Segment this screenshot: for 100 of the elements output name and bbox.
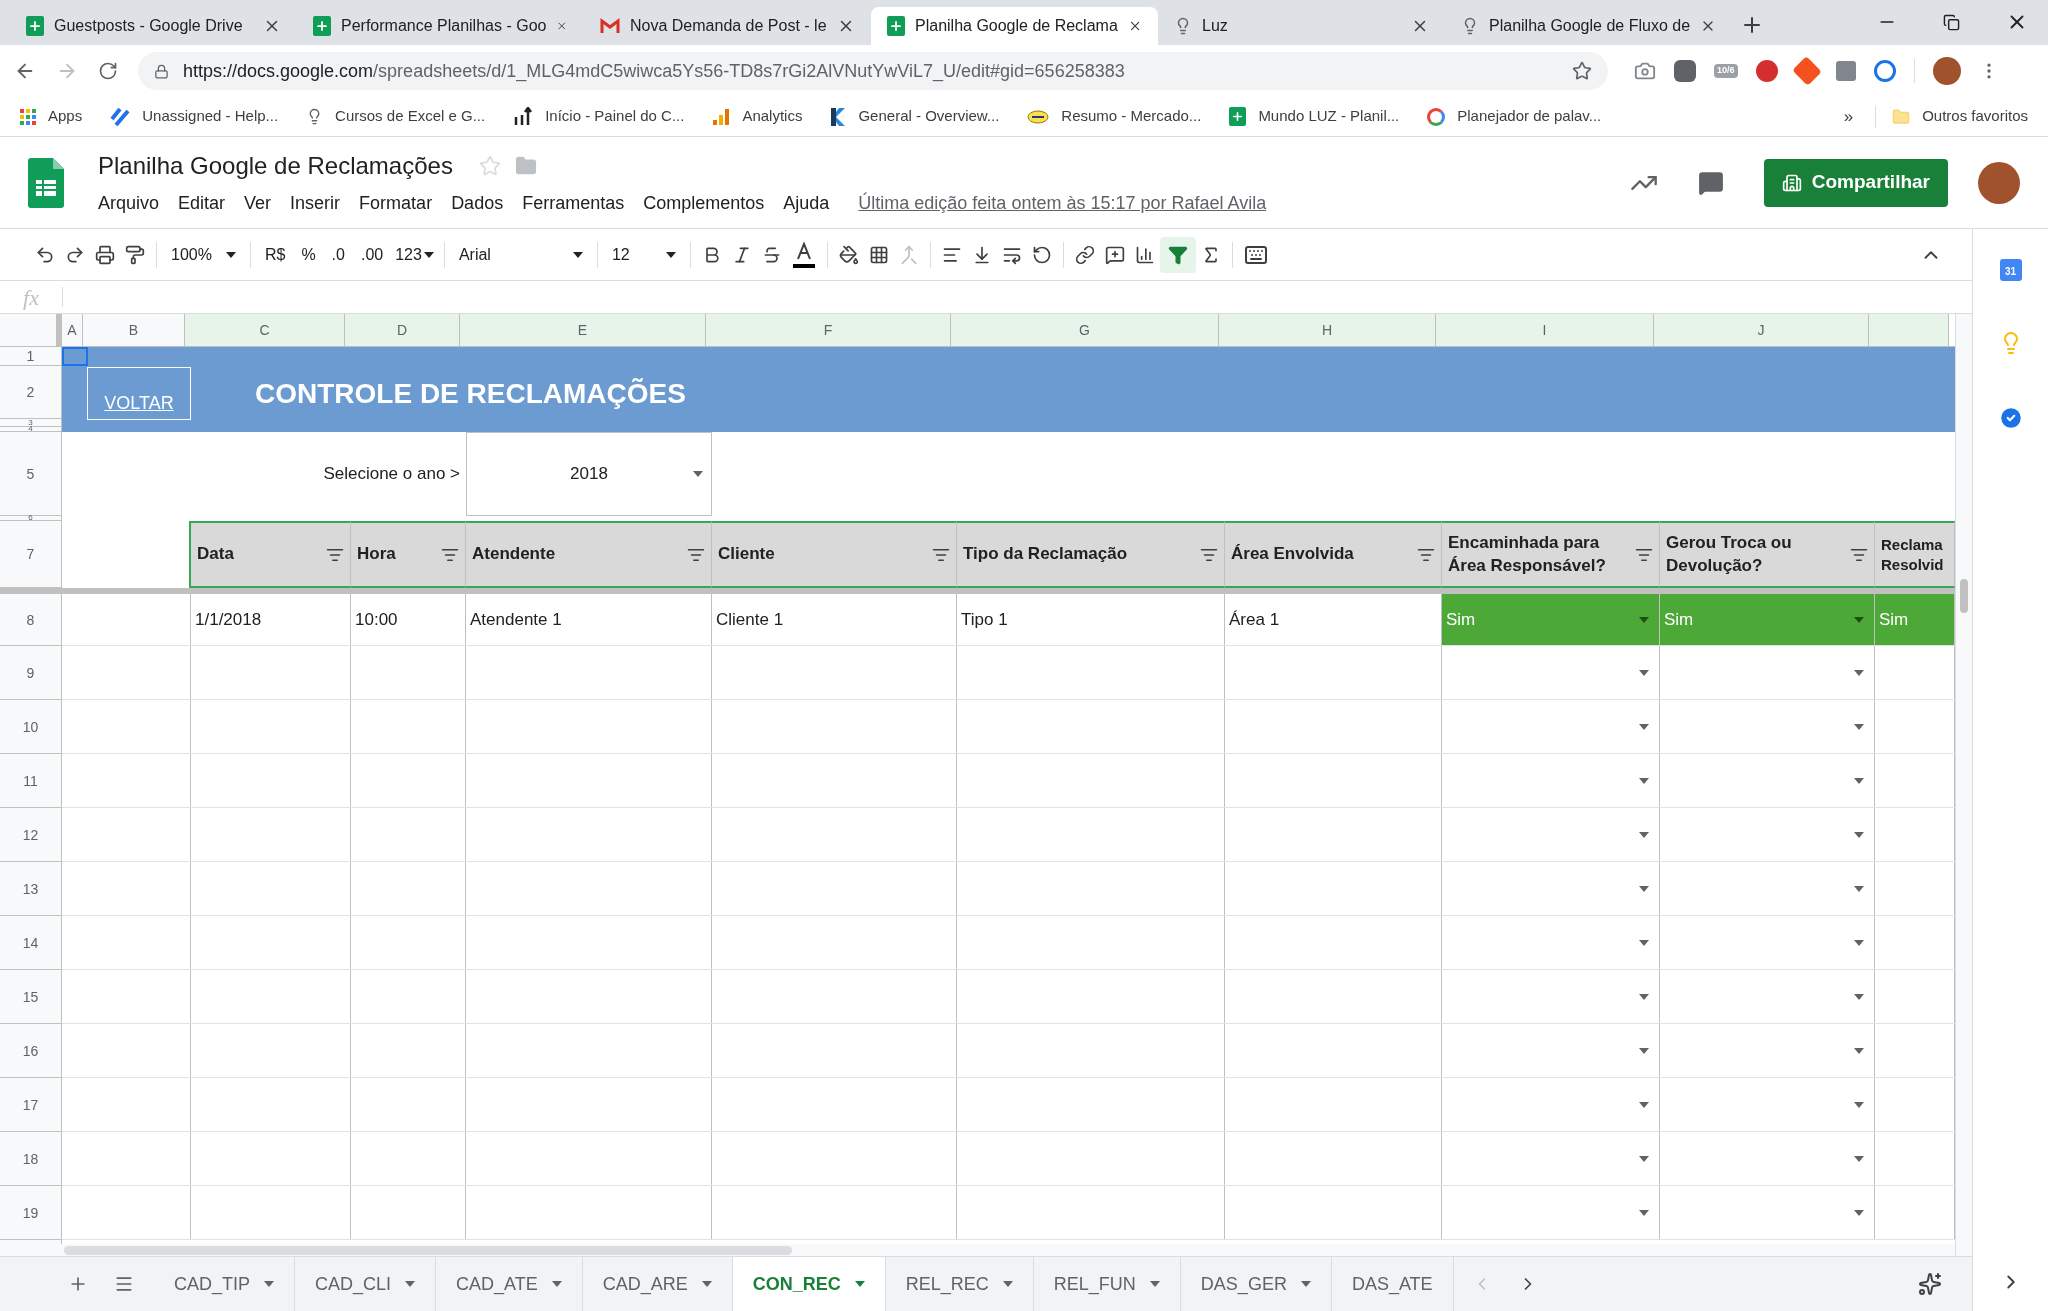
percent-button[interactable]: % — [293, 242, 324, 267]
dropdown-arrow-icon[interactable] — [1639, 1209, 1649, 1216]
column-header[interactable]: H — [1219, 314, 1436, 346]
more-bookmarks[interactable]: » — [1843, 103, 1854, 130]
menu-item[interactable]: Ferramentas — [522, 190, 625, 217]
caret-icon[interactable] — [693, 471, 703, 477]
column-header[interactable]: I — [1436, 314, 1654, 346]
dropdown-arrow-icon[interactable] — [1639, 1101, 1649, 1108]
row-header[interactable]: 12 — [0, 808, 61, 862]
row-header[interactable]: 5 — [0, 432, 61, 516]
row-header[interactable]: 14 — [0, 916, 61, 970]
dropdown-arrow-icon[interactable] — [1639, 993, 1649, 1000]
dropdown-arrow-icon[interactable] — [1854, 616, 1864, 623]
dropdown-arrow-icon[interactable] — [1854, 939, 1864, 946]
row-header[interactable]: 1 — [0, 347, 61, 366]
camera-icon[interactable] — [1634, 60, 1656, 82]
year-dropdown[interactable]: 2018 — [466, 432, 712, 516]
row-header[interactable]: 11 — [0, 754, 61, 808]
bookmark[interactable]: Início - Painel do C... — [513, 105, 685, 128]
caret-icon[interactable] — [423, 251, 434, 258]
column-header[interactable]: C — [185, 314, 345, 346]
row-header[interactable]: 17 — [0, 1078, 61, 1132]
row-header[interactable]: 6 — [0, 516, 61, 521]
bookmark[interactable]: Analytics — [712, 105, 803, 128]
sheet-tab[interactable]: DAS_ATE — [1331, 1257, 1454, 1311]
bookmark[interactable]: Cursos de Excel e G... — [306, 105, 486, 128]
dropdown-arrow-icon[interactable] — [1854, 1155, 1864, 1162]
all-sheets-icon[interactable] — [114, 1274, 134, 1294]
sheet-tab[interactable]: CAD_ARE — [582, 1257, 733, 1311]
decrease-decimals-button[interactable]: .0 — [323, 242, 353, 267]
dropdown-arrow-icon[interactable] — [1854, 723, 1864, 730]
bookmark[interactable]: Unassigned - Help... — [110, 105, 279, 128]
menu-item[interactable]: Inserir — [290, 190, 341, 217]
row-header[interactable]: 9 — [0, 646, 61, 700]
caret-icon[interactable] — [665, 251, 676, 258]
row-header[interactable]: 18 — [0, 1132, 61, 1186]
comments-icon[interactable] — [1697, 169, 1724, 196]
extension-icon[interactable] — [1873, 60, 1896, 82]
menu-item[interactable]: Complementos — [643, 190, 765, 217]
dropdown-arrow-icon[interactable] — [1639, 1047, 1649, 1054]
browser-tab[interactable]: Performance Planilhas - Goo — [297, 7, 584, 45]
reload-icon[interactable] — [98, 61, 118, 81]
dropdown-arrow-icon[interactable] — [1639, 885, 1649, 892]
bookmark[interactable]: Planejador de palav... — [1427, 105, 1602, 128]
row-header[interactable]: 10 — [0, 700, 61, 754]
dropdown-arrow-icon[interactable] — [1639, 831, 1649, 838]
row-header[interactable]: 15 — [0, 970, 61, 1024]
browser-tab[interactable]: Luz — [1158, 7, 1445, 45]
dropdown-arrow-icon[interactable] — [1854, 1047, 1864, 1054]
row-header[interactable]: 2 — [0, 366, 61, 419]
font-size-dropdown[interactable]: 12 — [603, 242, 684, 267]
share-button[interactable]: Compartilhar — [1763, 158, 1948, 207]
increase-decimals-button[interactable]: .00 — [352, 242, 392, 267]
row-header[interactable]: 3 — [0, 419, 61, 427]
document-title[interactable]: Planilha Google de Reclamações — [98, 148, 453, 184]
scrollbar-thumb[interactable] — [1960, 579, 1968, 613]
row-header[interactable]: 8 — [0, 594, 61, 646]
sheet-tab[interactable]: CAD_ATE — [436, 1257, 583, 1311]
column-header[interactable]: G — [951, 314, 1219, 346]
dropdown-arrow-icon[interactable] — [1854, 1101, 1864, 1108]
dropdown-arrow-icon[interactable] — [1854, 993, 1864, 1000]
sheet-tab[interactable]: CAD_CLI — [295, 1257, 437, 1311]
browser-tab[interactable]: Planilha Google de Reclama — [871, 7, 1158, 45]
dropdown-arrow-icon[interactable] — [1854, 777, 1864, 784]
last-edit-link[interactable]: Última edição feita ontem às 15:17 por Rafael Avila — [858, 190, 1267, 217]
extension-icon[interactable] — [1674, 60, 1696, 82]
dropdown-arrow-icon[interactable] — [1639, 1155, 1649, 1162]
explore-icon[interactable] — [1918, 1272, 1942, 1296]
column-header[interactable]: B — [83, 314, 185, 346]
restore-icon[interactable] — [1943, 13, 1960, 31]
bookmark-star-icon[interactable] — [1572, 61, 1592, 81]
extension-icon[interactable] — [1835, 61, 1856, 81]
star-icon[interactable] — [478, 155, 501, 177]
dropdown-arrow-icon[interactable] — [1639, 616, 1649, 623]
dropdown-arrow-icon[interactable] — [1639, 777, 1649, 784]
row-header[interactable]: 13 — [0, 862, 61, 916]
currency-button[interactable]: R$ — [256, 242, 294, 267]
browser-tab[interactable]: Guestposts - Google Drive — [10, 7, 297, 45]
caret-icon[interactable] — [572, 251, 583, 258]
dropdown-arrow-icon[interactable] — [1854, 1209, 1864, 1216]
scrollbar-thumb[interactable] — [64, 1245, 792, 1255]
caret-icon[interactable] — [225, 251, 236, 258]
column-header[interactable]: D — [345, 314, 460, 346]
avatar[interactable] — [1932, 57, 1961, 85]
filter-icon[interactable] — [1159, 236, 1196, 273]
sheet-tab[interactable]: REL_REC — [885, 1257, 1034, 1311]
browser-tab[interactable]: Planilha Google de Fluxo de — [1445, 7, 1732, 45]
column-header[interactable]: F — [706, 314, 951, 346]
sheet-tab[interactable]: DAS_GER — [1180, 1257, 1332, 1311]
menu-item[interactable]: Formatar — [359, 190, 433, 217]
column-header[interactable]: E — [460, 314, 706, 346]
bookmark-folder[interactable]: Outros favoritos — [1892, 105, 2028, 128]
bookmark[interactable]: Apps — [20, 105, 83, 128]
sheet-tab[interactable]: REL_FUN — [1033, 1257, 1181, 1311]
zoom-dropdown[interactable]: 100% — [163, 242, 244, 267]
bookmark[interactable]: Resumo - Mercado... — [1027, 105, 1202, 128]
extension-icon[interactable] — [1755, 60, 1778, 82]
bookmark[interactable]: Mundo LUZ - Planil... — [1229, 105, 1400, 128]
column-header[interactable]: J — [1654, 314, 1869, 346]
browser-tab[interactable]: Nova Demanda de Post - le — [584, 7, 871, 45]
